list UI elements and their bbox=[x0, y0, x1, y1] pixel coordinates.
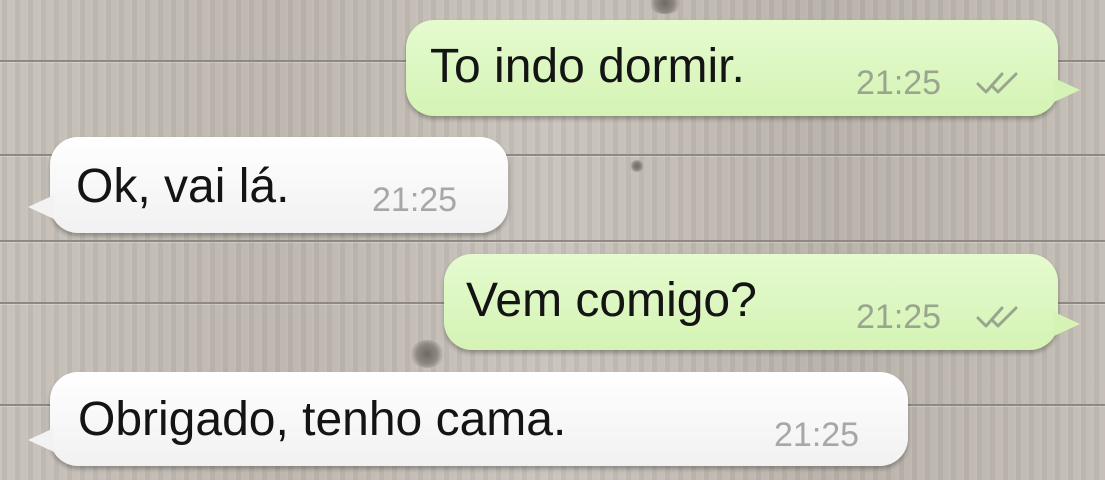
double-check-icon bbox=[976, 72, 1018, 94]
message-bubble-sent[interactable]: To indo dormir. 21:25 bbox=[406, 20, 1080, 116]
message-text: To indo dormir. bbox=[430, 40, 745, 93]
message-text: Obrigado, tenho cama. bbox=[78, 393, 567, 446]
message-time: 21:25 bbox=[856, 298, 942, 336]
message-time: 21:25 bbox=[774, 416, 860, 454]
bubble-tail bbox=[1054, 78, 1080, 102]
wood-knot bbox=[410, 340, 444, 368]
wood-knot bbox=[630, 160, 644, 172]
message-bubble-received[interactable]: Ok, vai lá. 21:25 bbox=[28, 137, 508, 233]
message-text: Vem comigo? bbox=[466, 274, 757, 327]
message-text: Ok, vai lá. bbox=[76, 160, 290, 213]
message-time: 21:25 bbox=[372, 181, 458, 219]
message-bubble-received[interactable]: Obrigado, tenho cama. 21:25 bbox=[28, 372, 908, 466]
bubble-tail bbox=[28, 195, 54, 219]
bubble-tail bbox=[1054, 312, 1080, 336]
bubble-tail bbox=[28, 428, 54, 452]
message-bubble-sent[interactable]: Vem comigo? 21:25 bbox=[444, 254, 1080, 350]
message-time: 21:25 bbox=[856, 64, 942, 102]
double-check-icon bbox=[976, 306, 1018, 328]
